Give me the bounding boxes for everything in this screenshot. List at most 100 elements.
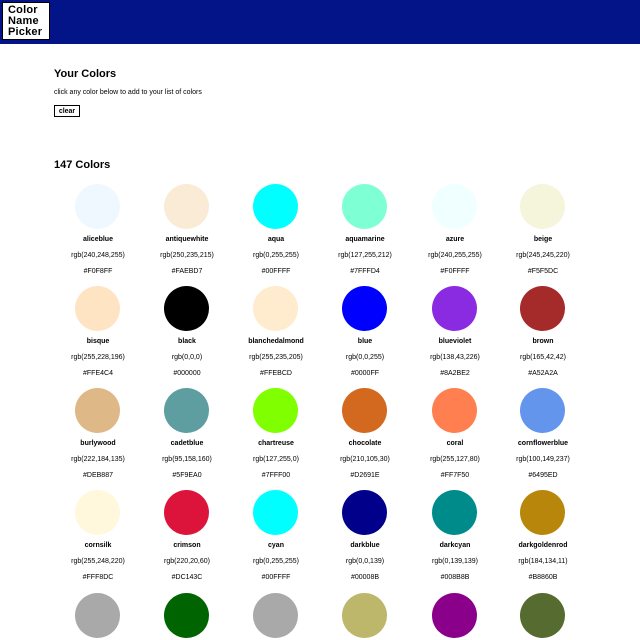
color-swatch[interactable] (75, 388, 120, 433)
color-name: burlywood (80, 440, 116, 447)
color-swatch[interactable] (342, 593, 387, 638)
color-swatch[interactable] (75, 286, 120, 331)
color-name: cyan (268, 542, 284, 549)
color-card-coral[interactable]: coral rgb(255,127,80) #FF7F50 (410, 388, 500, 488)
color-hex: #FFEBCD (260, 370, 292, 377)
color-swatch[interactable] (164, 388, 209, 433)
color-card-aquamarine[interactable]: aquamarine rgb(127,255,212) #7FFFD4 (320, 184, 410, 284)
color-swatch[interactable] (520, 388, 565, 433)
color-card-chartreuse[interactable]: chartreuse rgb(127,255,0) #7FFF00 (231, 388, 321, 488)
color-swatch[interactable] (342, 388, 387, 433)
color-rgb: rgb(255,248,220) (71, 558, 125, 565)
color-card-brown[interactable]: brown rgb(165,42,42) #A52A2A (498, 286, 588, 386)
color-name: aliceblue (83, 236, 113, 243)
color-card-aliceblue[interactable]: aliceblue rgb(240,248,255) #F0F8FF (53, 184, 143, 284)
color-hex: #FFE4C4 (83, 370, 113, 377)
color-swatch[interactable] (342, 490, 387, 535)
color-hex: #7FFFD4 (350, 268, 380, 275)
color-card-beige[interactable]: beige rgb(245,245,220) #F5F5DC (498, 184, 588, 284)
color-hex: #00FFFF (261, 268, 291, 275)
color-card-bisque[interactable]: bisque rgb(255,228,196) #FFE4C4 (53, 286, 143, 386)
color-card-blue[interactable]: blue rgb(0,0,255) #0000FF (320, 286, 410, 386)
color-name: antiquewhite (165, 236, 209, 243)
color-name: aqua (267, 236, 285, 243)
color-swatch[interactable] (75, 184, 120, 229)
color-swatch[interactable] (75, 593, 120, 638)
color-card-cornsilk[interactable]: cornsilk rgb(255,248,220) #FFF8DC (53, 490, 143, 590)
color-name: blueviolet (438, 338, 472, 345)
color-card-darkcyan[interactable]: darkcyan rgb(0,139,139) #008B8B (410, 490, 500, 590)
color-swatch[interactable] (342, 286, 387, 331)
color-hex: #F0F8FF (83, 268, 113, 275)
color-swatch[interactable] (75, 490, 120, 535)
color-swatch[interactable] (432, 593, 477, 638)
color-rgb: rgb(240,255,255) (428, 252, 482, 259)
color-hex: #FAEBD7 (171, 268, 203, 275)
color-name: azure (445, 236, 465, 243)
color-swatch[interactable] (164, 286, 209, 331)
color-swatch[interactable] (253, 184, 298, 229)
color-hex: #00008B (350, 574, 380, 581)
color-swatch[interactable] (253, 490, 298, 535)
color-hex: #D2691E (350, 472, 380, 479)
color-card-aqua[interactable]: aqua rgb(0,255,255) #00FFFF (231, 184, 321, 284)
color-hex: #6495ED (528, 472, 558, 479)
color-swatch[interactable] (432, 388, 477, 433)
color-swatch[interactable] (520, 286, 565, 331)
color-hex: #000000 (173, 370, 201, 377)
color-card-chocolate[interactable]: chocolate rgb(210,105,30) #D2691E (320, 388, 410, 488)
color-hex: #F0FFFF (440, 268, 470, 275)
color-name: darkblue (350, 542, 380, 549)
color-rgb: rgb(138,43,226) (430, 354, 480, 361)
color-rgb: rgb(0,139,139) (432, 558, 478, 565)
color-card-cornflowerblue[interactable]: cornflowerblue rgb(100,149,237) #6495ED (498, 388, 588, 488)
color-name: beige (533, 236, 553, 243)
color-card-burlywood[interactable]: burlywood rgb(222,184,135) #DEB887 (53, 388, 143, 488)
color-rgb: rgb(255,127,80) (430, 456, 480, 463)
color-grid: aliceblue rgb(240,248,255) #F0F8FF antiquew… (0, 0, 640, 640)
color-name: crimson (173, 542, 201, 549)
color-card-crimson[interactable]: crimson rgb(220,20,60) #DC143C (142, 490, 232, 590)
color-rgb: rgb(210,105,30) (340, 456, 390, 463)
color-hex: #0000FF (350, 370, 380, 377)
color-swatch[interactable] (342, 184, 387, 229)
color-rgb: rgb(250,235,215) (160, 252, 214, 259)
color-name: cadetblue (170, 440, 204, 447)
color-name: chartreuse (258, 440, 294, 447)
color-rgb: rgb(0,0,0) (171, 354, 203, 361)
color-swatch[interactable] (520, 593, 565, 638)
color-rgb: rgb(245,245,220) (516, 252, 570, 259)
color-rgb: rgb(0,255,255) (253, 252, 299, 259)
color-card-cadetblue[interactable]: cadetblue rgb(95,158,160) #5F9EA0 (142, 388, 232, 488)
color-card-blueviolet[interactable]: blueviolet rgb(138,43,226) #8A2BE2 (410, 286, 500, 386)
color-hex: #B8860B (528, 574, 558, 581)
color-name: cornsilk (84, 542, 112, 549)
color-swatch[interactable] (432, 184, 477, 229)
color-swatch[interactable] (253, 286, 298, 331)
color-swatch[interactable] (164, 184, 209, 229)
color-swatch[interactable] (253, 593, 298, 638)
color-hex: #DEB887 (83, 472, 113, 479)
color-swatch[interactable] (432, 490, 477, 535)
color-name: black (178, 338, 196, 345)
color-card-black[interactable]: black rgb(0,0,0) #000000 (142, 286, 232, 386)
color-name: bisque (86, 338, 110, 345)
color-card-blanchedalmond[interactable]: blanchedalmond rgb(255,235,205) #FFEBCD (231, 286, 321, 386)
color-swatch[interactable] (164, 593, 209, 638)
color-hex: #8A2BE2 (440, 370, 470, 377)
color-card-cyan[interactable]: cyan rgb(0,255,255) #00FFFF (231, 490, 321, 590)
color-name: blue (357, 338, 373, 345)
color-swatch[interactable] (520, 490, 565, 535)
color-swatch[interactable] (432, 286, 477, 331)
color-name: darkgoldenrod (518, 542, 568, 549)
color-hex: #7FFF00 (261, 472, 291, 479)
color-swatch[interactable] (253, 388, 298, 433)
color-hex: #F5F5DC (527, 268, 559, 275)
color-card-darkgoldenrod[interactable]: darkgoldenrod rgb(184,134,11) #B8860B (498, 490, 588, 590)
color-card-antiquewhite[interactable]: antiquewhite rgb(250,235,215) #FAEBD7 (142, 184, 232, 284)
color-swatch[interactable] (164, 490, 209, 535)
color-swatch[interactable] (520, 184, 565, 229)
color-card-azure[interactable]: azure rgb(240,255,255) #F0FFFF (410, 184, 500, 284)
color-card-darkblue[interactable]: darkblue rgb(0,0,139) #00008B (320, 490, 410, 590)
color-rgb: rgb(222,184,135) (71, 456, 125, 463)
